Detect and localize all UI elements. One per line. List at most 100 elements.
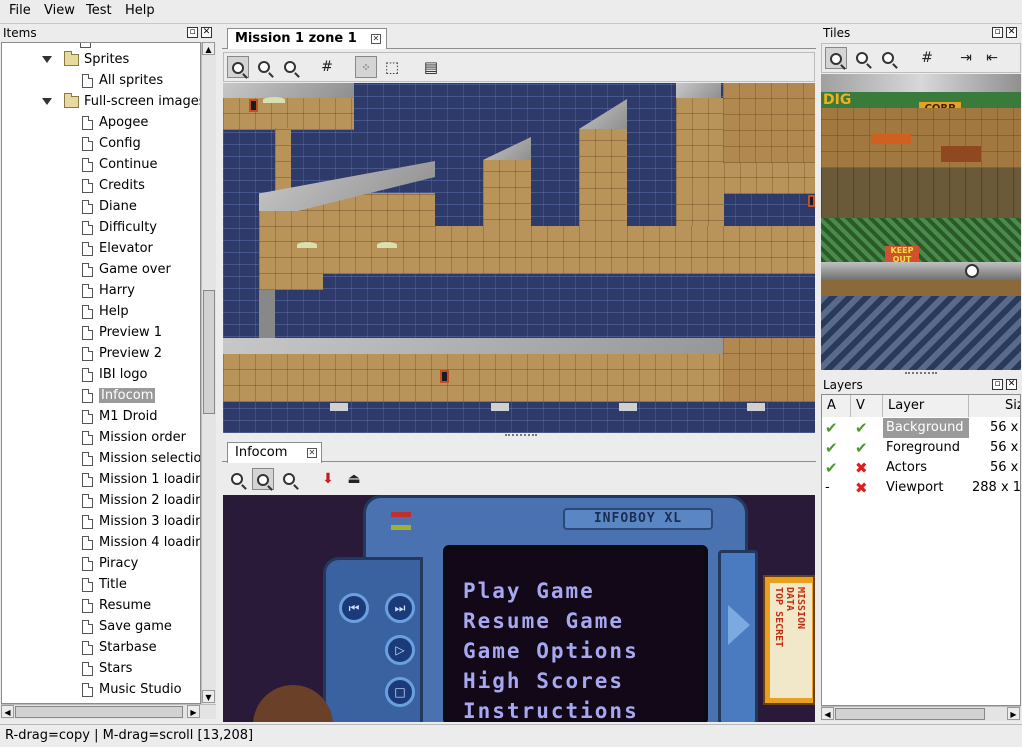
hscroll-thumb[interactable] — [835, 708, 985, 720]
check-icon[interactable]: ✔ — [825, 439, 838, 457]
chevron-down-icon[interactable] — [42, 56, 52, 63]
goto-start-icon[interactable]: ⇤ — [981, 47, 1003, 69]
tree-item[interactable]: Apogee — [82, 112, 148, 133]
tree-folder-sprites[interactable]: Sprites — [42, 49, 129, 70]
items-hscrollbar[interactable]: ◀ ▶ — [1, 704, 216, 719]
tree-item[interactable]: Music Studio — [82, 679, 182, 700]
tree-item[interactable]: Mission 2 loadin — [82, 490, 200, 511]
select-icon[interactable]: ⬚ — [381, 56, 403, 78]
tree-item[interactable]: Title — [82, 574, 127, 595]
col-header-v[interactable]: V — [851, 395, 883, 417]
tree-item[interactable]: Mission 4 loadin — [82, 532, 200, 553]
tree-item[interactable]: Preview 1 — [82, 322, 162, 343]
col-header-a[interactable]: A — [822, 395, 851, 417]
scroll-left-icon[interactable]: ◀ — [1, 705, 14, 718]
cross-icon[interactable]: ✖ — [855, 479, 868, 497]
tree-item[interactable]: Stars — [82, 658, 132, 679]
export-icon[interactable]: ⏏ — [343, 468, 365, 490]
tree-item[interactable]: Mission 1 loadin — [82, 469, 200, 490]
tree-item[interactable]: Harry — [82, 280, 135, 301]
tree-item[interactable]: Mission selectio — [82, 448, 200, 469]
tree-item[interactable]: Infocom — [82, 385, 156, 406]
cross-icon[interactable]: ✖ — [855, 459, 868, 477]
tileset-canvas[interactable]: DIG CORP KEEP OUT — [821, 74, 1021, 370]
col-header-layer[interactable]: Layer — [883, 395, 969, 417]
zoom-out-icon[interactable] — [279, 56, 301, 78]
scroll-right-icon[interactable]: ▶ — [187, 705, 200, 718]
chevron-down-icon[interactable] — [42, 98, 52, 105]
zoom-reset-icon[interactable] — [252, 468, 274, 490]
close-icon[interactable]: ✕ — [1006, 27, 1017, 38]
tree-item[interactable]: Mission 3 loadin — [82, 511, 200, 532]
check-icon[interactable]: ✔ — [855, 439, 868, 457]
splitter-grip[interactable] — [905, 372, 937, 375]
tree-item[interactable]: Preview 2 — [82, 343, 162, 364]
layers-title: Layers — [823, 378, 863, 392]
check-icon[interactable]: ✔ — [825, 419, 838, 437]
col-header-size[interactable]: Siz — [969, 395, 1020, 417]
tree-item[interactable]: IBI logo — [82, 364, 148, 385]
close-icon[interactable]: ✕ — [307, 448, 317, 458]
menu-help[interactable]: Help — [125, 3, 155, 18]
zoom-out-icon[interactable] — [877, 47, 899, 69]
close-icon[interactable]: ✕ — [371, 34, 381, 44]
scroll-left-icon[interactable]: ◀ — [821, 707, 834, 720]
import-icon[interactable]: ⬇ — [317, 468, 339, 490]
layers-hscrollbar[interactable]: ◀ ▶ — [821, 706, 1021, 721]
layer-row[interactable]: ✔ ✖ Actors 56 x — [822, 458, 1020, 478]
tree-item[interactable]: Resume — [82, 595, 151, 616]
scroll-up-icon[interactable]: ▲ — [202, 42, 215, 55]
hscroll-thumb[interactable] — [15, 706, 183, 718]
splitter-grip[interactable] — [505, 434, 537, 437]
layer-row[interactable]: ✔ ✔ Background 56 x — [822, 418, 1020, 438]
layer-row[interactable]: - ✖ Viewport 288 x 1 — [822, 478, 1020, 498]
properties-icon[interactable]: ▤ — [420, 56, 442, 78]
goto-end-icon[interactable]: ⇥ — [955, 47, 977, 69]
items-scrollbar[interactable]: ▲ ▼ — [201, 42, 216, 704]
tree-item[interactable]: Difficulty — [82, 217, 157, 238]
tree-item[interactable]: Continue — [82, 154, 157, 175]
close-icon[interactable]: ✕ — [201, 27, 212, 38]
menu-test[interactable]: Test — [86, 3, 112, 18]
tree-item[interactable]: Game over — [82, 259, 171, 280]
tree-item[interactable]: Piracy — [82, 553, 138, 574]
cartridge-label: DATA — [784, 587, 795, 612]
close-icon[interactable]: ✕ — [1006, 379, 1017, 390]
tab-map[interactable]: Mission 1 zone 1 ✕ — [227, 28, 387, 49]
tree-item[interactable]: Save game — [82, 616, 172, 637]
zoom-in-icon[interactable] — [851, 47, 873, 69]
grid-icon[interactable]: # — [316, 56, 338, 78]
zoom-reset-icon[interactable] — [227, 56, 249, 78]
hex-grid-icon[interactable]: ⁘ — [355, 56, 377, 78]
tree-item[interactable]: Diane — [82, 196, 137, 217]
zoom-reset-icon[interactable] — [825, 47, 847, 69]
check-icon[interactable]: ✔ — [825, 459, 838, 477]
tree-item[interactable]: Config — [82, 133, 141, 154]
layer-row[interactable]: ✔ ✔ Foreground 56 x — [822, 438, 1020, 458]
tree-item[interactable]: Credits — [82, 175, 145, 196]
float-icon[interactable]: ▫ — [187, 27, 198, 38]
scroll-down-icon[interactable]: ▼ — [202, 690, 215, 703]
tree-item-all-sprites[interactable]: All sprites — [82, 70, 163, 91]
zoom-in-icon[interactable] — [253, 56, 275, 78]
tree-item[interactable]: Starbase — [82, 637, 157, 658]
tree-label: Credits — [99, 178, 145, 193]
zoom-out-icon[interactable] — [226, 468, 248, 490]
tree-item[interactable]: Help — [82, 301, 129, 322]
tree-folder-fullscreen[interactable]: Full-screen images — [42, 91, 200, 112]
float-icon[interactable]: ▫ — [992, 379, 1003, 390]
tree-item[interactable]: Elevator — [82, 238, 153, 259]
zoom-in-icon[interactable] — [278, 468, 300, 490]
grid-icon[interactable]: # — [916, 47, 938, 69]
map-canvas[interactable] — [223, 83, 815, 433]
menu-view[interactable]: View — [44, 3, 75, 18]
menu-file[interactable]: File — [9, 3, 31, 18]
scroll-thumb[interactable] — [203, 290, 215, 414]
check-icon[interactable]: ✔ — [855, 419, 868, 437]
image-canvas[interactable]: INFOBOY XL ⏮ ⏭ ▷ □ Play Game Resume Game G… — [223, 495, 815, 722]
scroll-right-icon[interactable]: ▶ — [1007, 707, 1020, 720]
tree-item[interactable]: M1 Droid — [82, 406, 158, 427]
tab-image[interactable]: Infocom ✕ — [227, 442, 322, 463]
float-icon[interactable]: ▫ — [992, 27, 1003, 38]
tree-item[interactable]: Mission order — [82, 427, 186, 448]
